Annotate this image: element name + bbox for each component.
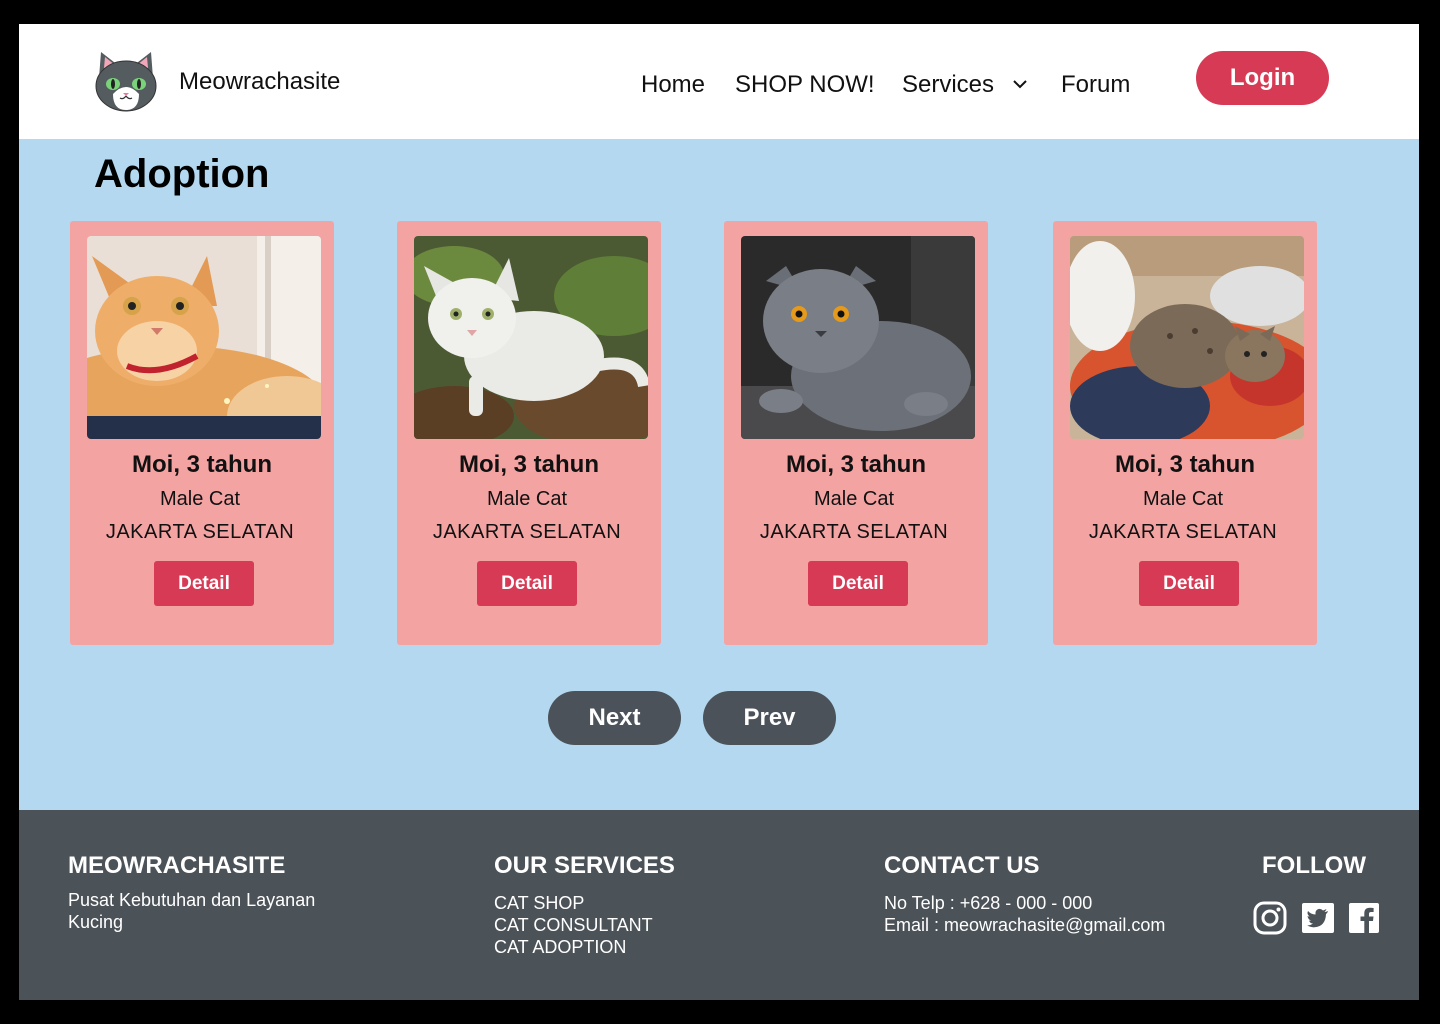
grey-cat-photo (741, 236, 975, 439)
cat-location: JAKARTA SELATAN (432, 521, 622, 543)
cat-name: Moi, 3 tahun (459, 451, 599, 478)
white-cat-photo (414, 236, 648, 439)
orange-cat-photo (87, 236, 321, 439)
cat-gender: Male Cat (159, 488, 241, 510)
detail-button[interactable]: Detail (477, 561, 577, 606)
cat-gender: Male Cat (486, 488, 568, 510)
footer-link-cat-shop[interactable]: CAT SHOP (494, 892, 653, 914)
twitter-icon[interactable] (1301, 901, 1335, 935)
detail-button[interactable]: Detail (1139, 561, 1239, 606)
detail-button[interactable]: Detail (154, 561, 254, 606)
facebook-icon[interactable] (1347, 901, 1381, 935)
footer-contact-title: CONTACT US (884, 852, 1040, 879)
site-footer: MEOWRACHASITE Pusat Kebutuhan dan Layana… (19, 810, 1419, 1000)
nav-home[interactable]: Home (641, 71, 705, 99)
cat-location: JAKARTA SELATAN (105, 521, 295, 543)
chevron-down-icon[interactable] (1012, 78, 1028, 90)
next-button[interactable]: Next (548, 691, 681, 745)
cat-gender: Male Cat (1142, 488, 1224, 510)
brand-name[interactable]: Meowrachasite (179, 68, 340, 96)
login-button[interactable]: Login (1196, 51, 1329, 105)
footer-services-title: OUR SERVICES (494, 852, 675, 879)
kittens-photo (1070, 236, 1304, 439)
footer-about-title: MEOWRACHASITE (68, 852, 286, 879)
top-navbar: Meowrachasite Home SHOP NOW! Services Fo… (19, 24, 1419, 139)
cat-name: Moi, 3 tahun (1115, 451, 1255, 478)
footer-email[interactable]: Email : meowrachasite@gmail.com (884, 914, 1165, 936)
adoption-card: Moi, 3 tahun Male Cat JAKARTA SELATAN De… (724, 221, 988, 645)
footer-services-list: CAT SHOP CAT CONSULTANT CAT ADOPTION (494, 892, 653, 958)
detail-button[interactable]: Detail (808, 561, 908, 606)
adoption-card: Moi, 3 tahun Male Cat JAKARTA SELATAN De… (397, 221, 661, 645)
instagram-icon[interactable] (1253, 901, 1287, 935)
footer-phone: No Telp : +628 - 000 - 000 (884, 893, 1093, 913)
page-frame: Meowrachasite Home SHOP NOW! Services Fo… (19, 24, 1419, 1000)
footer-about-line2: Kucing (68, 912, 124, 932)
nav-services[interactable]: Services (902, 71, 994, 99)
cat-name: Moi, 3 tahun (132, 451, 272, 478)
footer-link-cat-consultant[interactable]: CAT CONSULTANT (494, 914, 653, 936)
cat-gender: Male Cat (813, 488, 895, 510)
prev-button[interactable]: Prev (703, 691, 836, 745)
nav-shop-now[interactable]: SHOP NOW! (735, 71, 875, 99)
cat-name: Moi, 3 tahun (786, 451, 926, 478)
adoption-card: Moi, 3 tahun Male Cat JAKARTA SELATAN De… (70, 221, 334, 645)
cat-location: JAKARTA SELATAN (759, 521, 949, 543)
nav-forum[interactable]: Forum (1061, 71, 1130, 99)
footer-about-line1: Pusat Kebutuhan dan Layanan (68, 890, 316, 910)
page-title: Adoption (94, 152, 270, 196)
cat-logo-icon[interactable] (93, 48, 159, 114)
cat-location: JAKARTA SELATAN (1088, 521, 1278, 543)
footer-follow-title: FOLLOW (1262, 852, 1366, 879)
footer-link-cat-adoption[interactable]: CAT ADOPTION (494, 936, 653, 958)
adoption-card: Moi, 3 tahun Male Cat JAKARTA SELATAN De… (1053, 221, 1317, 645)
